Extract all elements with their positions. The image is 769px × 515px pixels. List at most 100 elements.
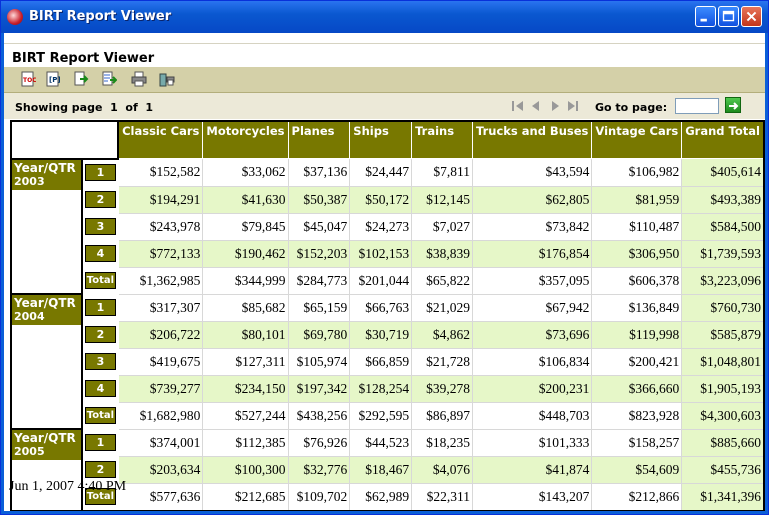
page-status: Showing page 1 of 1 [15,101,154,114]
value-cell: $136,849 [591,293,683,322]
value-cell: $7,027 [411,212,473,241]
value-cell: $374,001 [117,428,204,457]
table-row: Year/QTR 2005 1 $374,001 $112,385 $76,926 $44,… [9,428,765,511]
value-cell: $152,203 [287,239,351,268]
table-row: 3 $243,978 $79,845 $45,047 $24,273 $7,027 $73,… [11,212,765,241]
viewer-title: BIRT Report Viewer [12,51,155,66]
group-label-text: Year/QTR [14,160,76,175]
row-grand-total-cell: $1,341,396 [681,482,765,511]
export-data-icon[interactable] [73,71,89,87]
column-header-row: Classic Cars Motorcycles Planes Ships Trains… [9,120,765,160]
quarter-label: 3 [85,218,116,235]
value-cell: $206,722 [117,320,204,349]
first-page-icon[interactable] [512,101,523,111]
value-cell: $823,928 [591,401,683,430]
maximize-button[interactable] [718,6,739,27]
row-grand-total-cell: $493,389 [681,185,765,214]
toc-icon[interactable]: TOC [20,71,36,87]
quarter-cell: 2 [81,320,119,349]
window-title: BIRT Report Viewer [29,9,172,24]
value-cell: $357,095 [471,266,593,295]
value-cell: $7,811 [411,158,473,187]
value-cell: $243,978 [117,212,204,241]
table-row: Year/QTR 2004 1 $317,307 $85,682 $65,159 $66,7… [9,293,765,430]
value-cell: $33,062 [202,158,289,187]
total-label: Total [85,272,116,289]
viewer-client-area: BIRT Report Viewer TOC [P] Showing page … [4,33,765,511]
value-cell: $76,926 [287,428,351,457]
title-bar[interactable]: BIRT Report Viewer [1,1,768,33]
minimize-button[interactable] [695,6,716,27]
value-cell: $43,594 [471,158,593,187]
value-cell: $317,307 [117,293,204,322]
print-icon[interactable] [131,71,147,87]
grand-total-label: Grand Total [9,509,120,511]
value-cell: $100,300 [202,455,289,484]
close-icon [746,11,757,22]
export-report-icon[interactable] [101,71,117,87]
minimize-icon [700,18,707,22]
value-cell: $234,150 [202,374,289,403]
page-navigation [512,101,578,111]
value-cell: $86,897 [411,401,473,430]
goto-page-button[interactable] [725,97,741,113]
value-cell: $152,582 [117,158,204,187]
app-window: BIRT Report Viewer BIRT Report Viewer TO… [0,0,769,515]
last-page-icon[interactable] [568,101,578,111]
value-cell: $12,145 [411,185,473,214]
goto-page-input[interactable] [675,98,719,114]
year-group-header: Year/QTR 2003 [9,157,84,295]
row-grand-total-cell: $3,223,096 [681,266,765,295]
report-timestamp: Jun 1, 2007 4:40 PM [9,479,127,494]
app-icon [7,9,23,25]
row-grand-total-cell: $584,500 [681,212,765,241]
quarter-label: 1 [85,299,116,316]
table-row: Year/QTR 2003 1 $152,582 $33,062 $37,136 $24,4… [9,157,765,295]
previous-page-icon[interactable] [532,101,539,111]
group-label-text: Year/QTR [14,431,76,445]
column-header: Motorcycles [202,120,289,159]
crosstab-table: Classic Cars Motorcycles Planes Ships Trains… [9,120,765,511]
column-header: Grand Total [681,120,765,159]
column-grand-total-cell: $949,004 [471,509,593,511]
value-cell: $4,076 [411,455,473,484]
navigation-bar: Showing page 1 of 1 Go to page: [4,93,765,119]
column-grand-total-cell: $556,629 [349,509,413,511]
value-cell: $65,159 [287,293,351,322]
group-year-text: 2004 [14,310,45,323]
value-cell: $18,235 [411,428,473,457]
year-group-label: Year/QTR 2004 [12,295,82,325]
quarter-label: 2 [85,461,116,478]
value-cell: $1,682,980 [117,401,204,430]
value-cell: $201,044 [349,266,413,295]
parameters-icon[interactable]: [P] [45,71,61,87]
value-cell: $101,333 [471,428,593,457]
next-page-icon[interactable] [552,101,559,111]
value-cell: $21,029 [411,293,473,322]
value-cell: $190,462 [202,239,289,268]
value-cell: $81,959 [591,185,683,214]
svg-text:TOC: TOC [23,77,36,84]
quarter-cell: 1 [81,428,119,457]
column-grand-total-cell: $175,031 [411,509,473,511]
value-cell: $212,685 [202,482,289,511]
column-header: Trucks and Buses [471,120,593,159]
column-header: Ships [349,120,413,159]
close-button[interactable] [741,6,762,27]
value-cell: $79,845 [202,212,289,241]
group-year-text: 2003 [14,174,45,188]
report-toolbar: TOC [P] [4,67,765,93]
value-cell: $41,874 [471,455,593,484]
row-grand-total-cell: $885,660 [681,428,765,457]
value-cell: $106,834 [471,347,593,376]
value-cell: $30,719 [349,320,413,349]
subtotal-row: Total $1,682,980 $527,244 $438,256 $292,595 $… [11,401,765,430]
value-cell: $69,780 [287,320,351,349]
value-cell: $110,487 [591,212,683,241]
row-grand-total-cell: $455,736 [681,455,765,484]
value-cell: $22,311 [411,482,473,511]
value-cell: $200,421 [591,347,683,376]
value-cell: $112,385 [202,428,289,457]
value-cell: $50,387 [287,185,351,214]
print-server-icon[interactable] [159,71,175,87]
